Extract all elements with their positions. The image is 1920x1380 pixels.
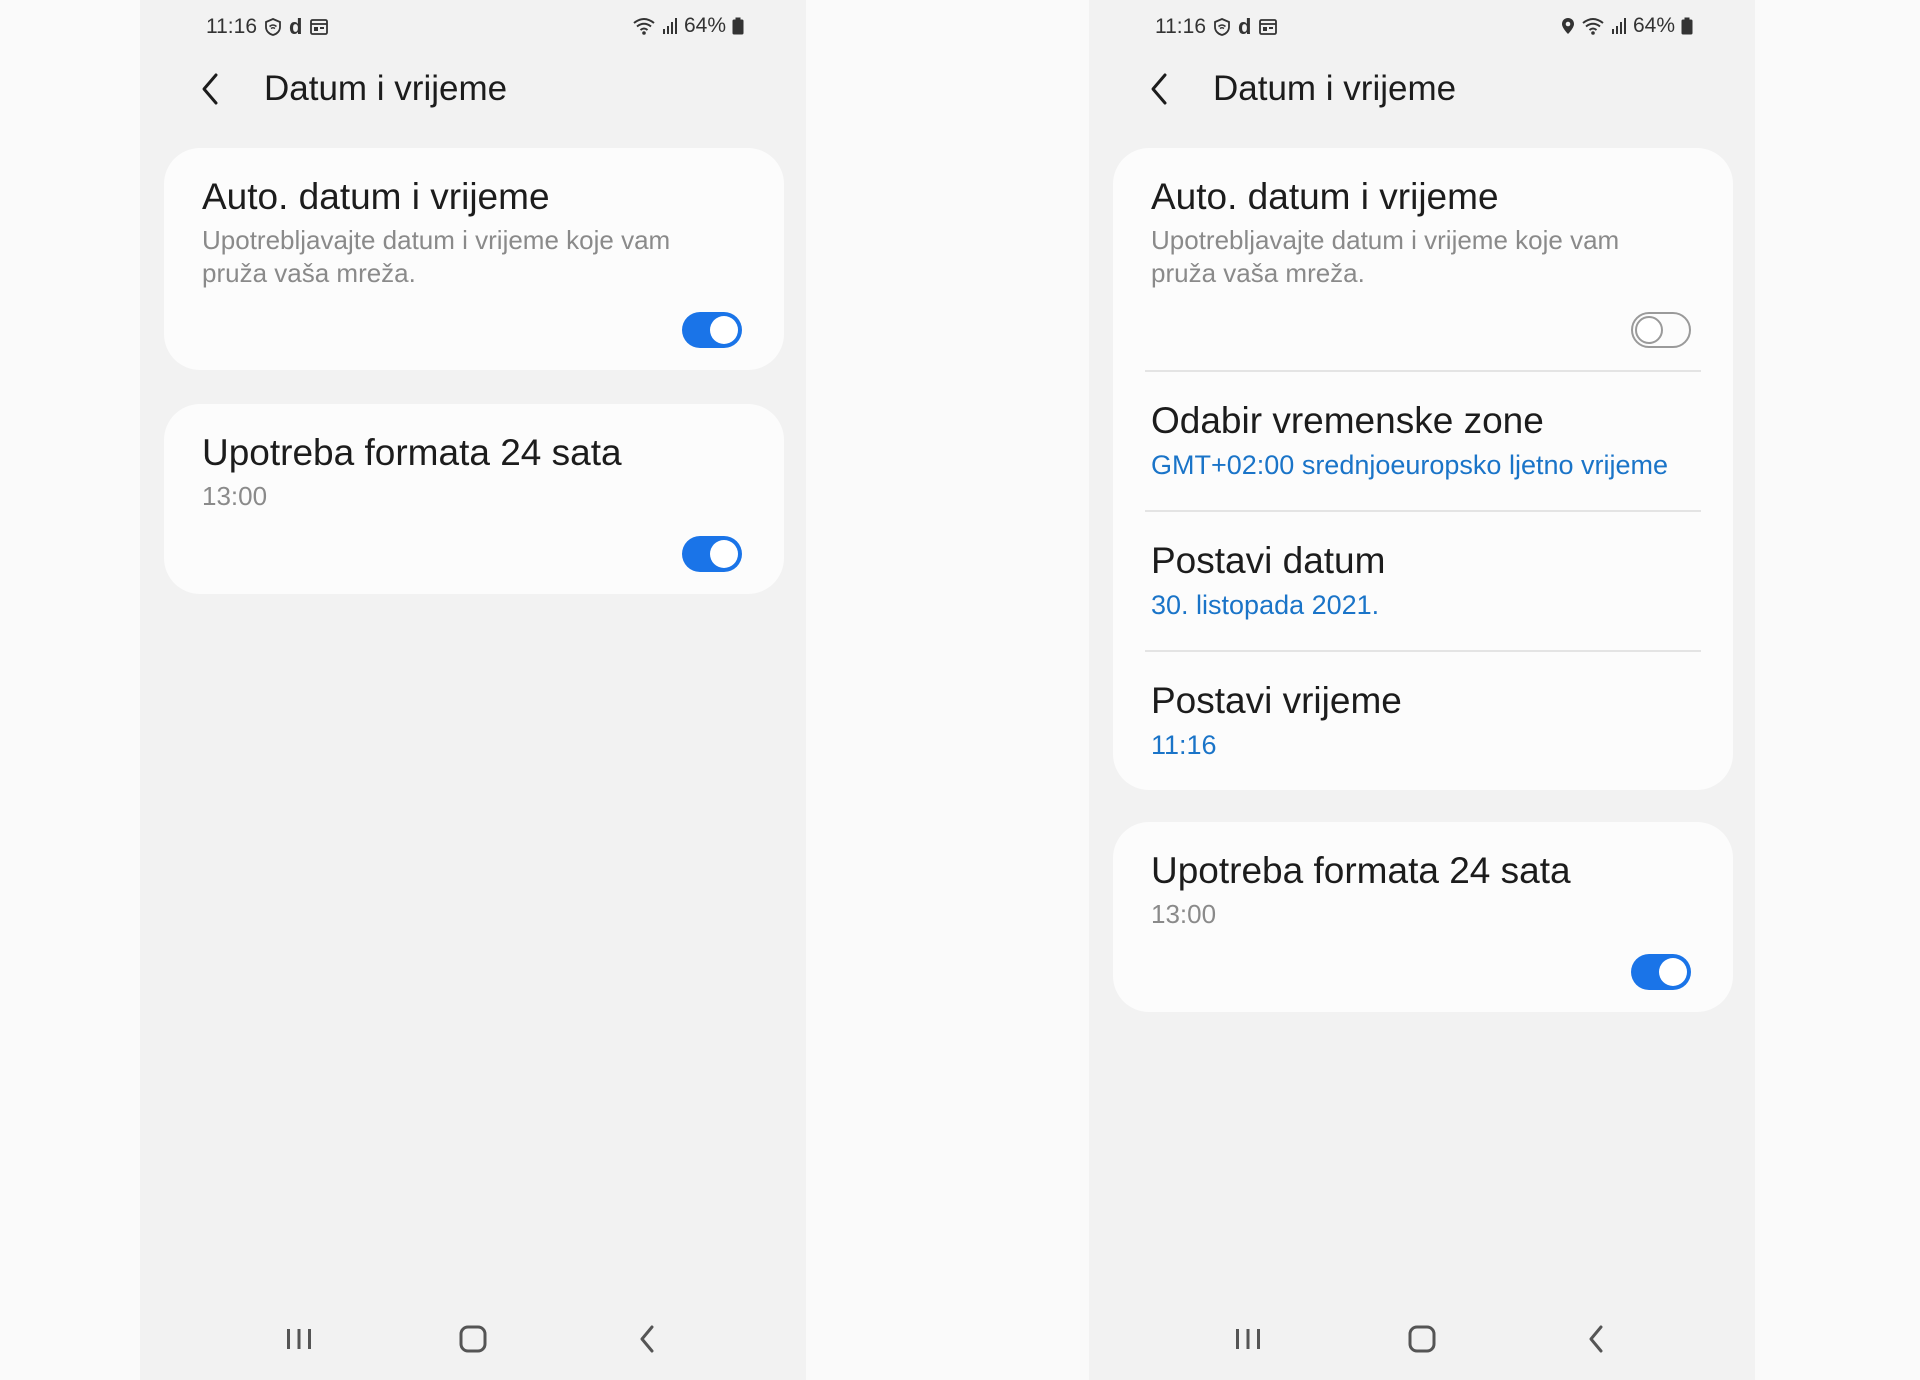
home-icon (1408, 1325, 1436, 1353)
set-time-title: Postavi vrijeme (1151, 680, 1402, 721)
page-title: Datum i vrijeme (1213, 69, 1457, 108)
chevron-left-icon (1151, 73, 1167, 105)
back-icon (1589, 1325, 1603, 1353)
chevron-left-icon (202, 73, 218, 105)
format24-card: Upotreba formata 24 sata 13:00 (1113, 822, 1733, 1012)
format24-title: Upotreba formata 24 sata (1151, 850, 1571, 891)
wifi-icon (1581, 17, 1605, 35)
calendar-icon (1259, 19, 1278, 35)
wifi-icon (632, 17, 656, 35)
header-back-button[interactable] (200, 64, 240, 114)
shield-wifi-icon (1214, 18, 1230, 36)
home-button[interactable] (1335, 1309, 1509, 1369)
auto-datetime-toggle[interactable] (682, 312, 742, 348)
format24-card: Upotreba formata 24 sata 13:00 (164, 404, 784, 594)
auto-datetime-desc: Upotrebljavajte datum i vrijeme koje vam… (1151, 225, 1620, 288)
shield-wifi-icon (265, 18, 281, 36)
set-date-item[interactable]: Postavi datum 30. listopada 2021. (1113, 510, 1733, 650)
set-time-value: 11:16 (1151, 730, 1217, 760)
home-icon (459, 1325, 487, 1353)
timezone-title: Odabir vremenske zone (1151, 400, 1544, 441)
battery-icon (1681, 17, 1693, 35)
auto-datetime-card: Auto. datum i vrijeme Upotrebljavajte da… (164, 148, 784, 370)
auto-datetime-title: Auto. datum i vrijeme (1151, 176, 1499, 217)
nav-back-button[interactable] (1509, 1309, 1683, 1369)
recents-icon (1236, 1329, 1260, 1349)
status-time: 11:16 (206, 15, 257, 38)
page-header: Datum i vrijeme (1149, 64, 1715, 114)
navigation-bar (140, 1298, 806, 1380)
set-date-title: Postavi datum (1151, 540, 1386, 581)
calendar-icon (310, 19, 329, 35)
battery-percent: 64% (1632, 14, 1675, 37)
header-back-button[interactable] (1149, 64, 1189, 114)
home-button[interactable] (386, 1309, 560, 1369)
format24-item[interactable]: Upotreba formata 24 sata 13:00 (164, 404, 784, 513)
page-title: Datum i vrijeme (264, 69, 508, 108)
nav-back-button[interactable] (560, 1309, 734, 1369)
datetime-settings-card: Auto. datum i vrijeme Upotrebljavajte da… (1113, 148, 1733, 790)
recents-button[interactable] (212, 1309, 386, 1369)
signal-icon (662, 17, 678, 35)
recents-icon (287, 1329, 311, 1349)
location-icon (1561, 17, 1575, 35)
left-phone-screen: 11:16 d 64% Datum i vrijeme Auto. datum … (140, 0, 806, 1380)
auto-datetime-toggle[interactable] (1631, 312, 1691, 348)
back-icon (640, 1325, 654, 1353)
d-app-icon: d (289, 14, 303, 39)
navigation-bar (1089, 1298, 1755, 1380)
timezone-value: GMT+02:00 srednjoeuropsko ljetno vrijeme (1151, 450, 1669, 480)
auto-datetime-desc: Upotrebljavajte datum i vrijeme koje vam… (202, 225, 671, 288)
format24-title: Upotreba formata 24 sata (202, 432, 622, 473)
set-time-item[interactable]: Postavi vrijeme 11:16 (1113, 650, 1733, 790)
right-phone-screen: 11:16 d 64% Datum i vrijeme Auto. datum … (1089, 0, 1755, 1380)
status-time: 11:16 (1155, 15, 1206, 38)
signal-icon (1611, 17, 1627, 35)
status-bar: 11:16 d 64% (1089, 0, 1755, 54)
format24-example: 13:00 (1151, 899, 1217, 929)
recents-button[interactable] (1161, 1309, 1335, 1369)
d-app-icon: d (1238, 14, 1252, 39)
auto-datetime-item[interactable]: Auto. datum i vrijeme Upotrebljavajte da… (164, 148, 784, 290)
format24-item[interactable]: Upotreba formata 24 sata 13:00 (1113, 822, 1733, 931)
status-bar: 11:16 d 64% (140, 0, 806, 54)
battery-percent: 64% (683, 14, 726, 37)
format24-toggle[interactable] (682, 536, 742, 572)
auto-datetime-title: Auto. datum i vrijeme (202, 176, 550, 217)
format24-example: 13:00 (202, 481, 268, 511)
set-date-value: 30. listopada 2021. (1151, 590, 1380, 620)
page-header: Datum i vrijeme (200, 64, 766, 114)
timezone-item[interactable]: Odabir vremenske zone GMT+02:00 srednjoe… (1113, 370, 1733, 510)
battery-icon (732, 17, 744, 35)
format24-toggle[interactable] (1631, 954, 1691, 990)
